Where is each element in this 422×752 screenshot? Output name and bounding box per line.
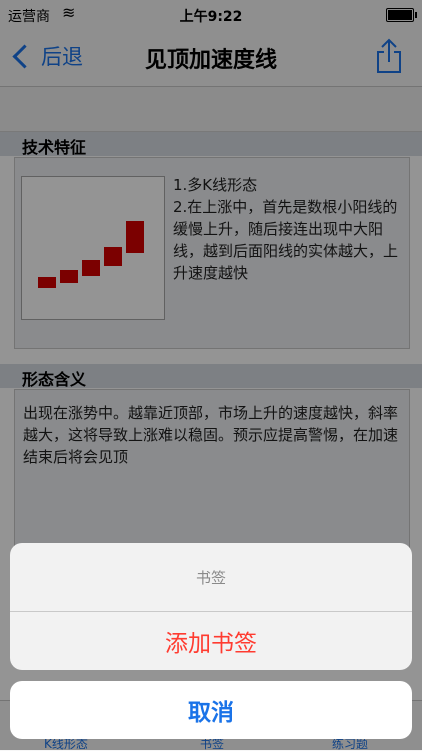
- cancel-button[interactable]: 取消: [10, 681, 412, 739]
- action-sheet-title: 书签: [10, 543, 412, 612]
- action-sheet: 书签 添加书签: [10, 543, 412, 670]
- add-bookmark-button[interactable]: 添加书签: [10, 612, 412, 670]
